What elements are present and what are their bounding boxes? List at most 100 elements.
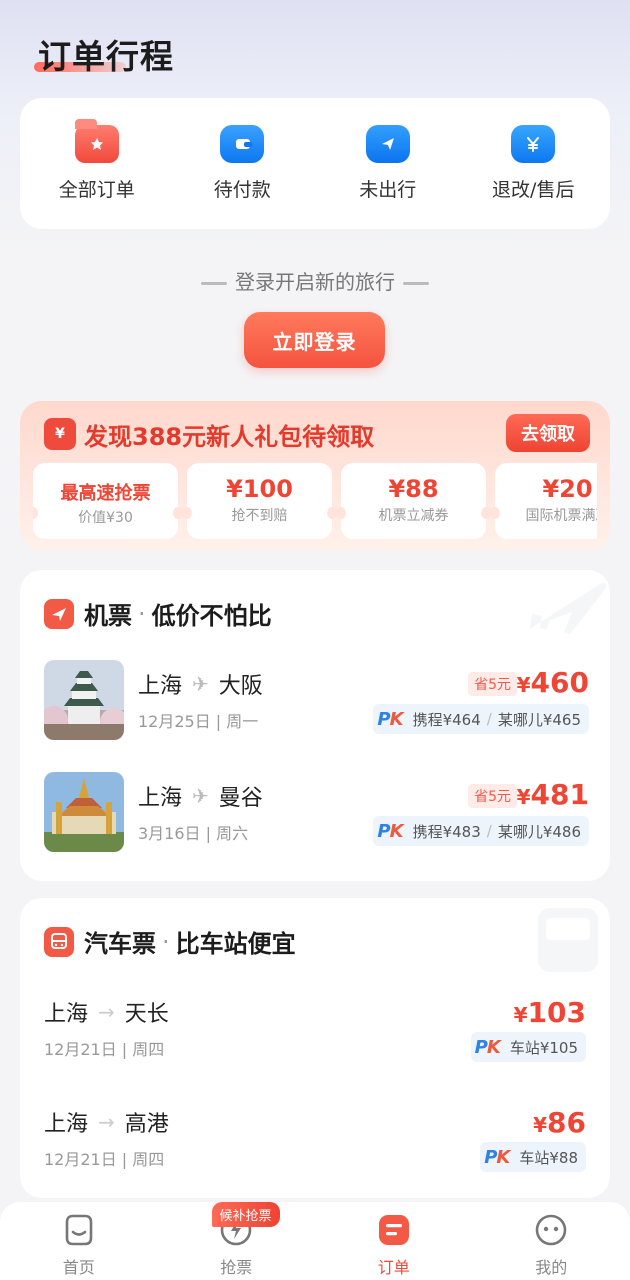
divider (201, 282, 227, 285)
price-compare: PK 携程¥464 / 某哪儿¥465 (373, 704, 589, 734)
pk-logo-icon: PK (377, 708, 404, 730)
tab-label: 抢票 (220, 1258, 253, 1277)
to-city: 高港 (124, 1112, 169, 1137)
coupon-main: 最高速抢票 (60, 483, 151, 504)
category-all-orders[interactable]: 全部订单 (27, 119, 167, 202)
osaka-castle-image (44, 660, 124, 740)
category-label: 未出行 (359, 179, 417, 201)
route-date: 12月21日 | 周四 (44, 1040, 165, 1059)
bangkok-temple-image (44, 772, 124, 852)
category-refund-aftersales[interactable]: 退改/售后 (463, 125, 603, 202)
new-user-gift-banner[interactable]: ¥ 发现388元新人礼包待领取 去领取 最高速抢票 价值¥30 ¥100 抢不到… (20, 401, 610, 551)
pk-logo-k: K (389, 820, 404, 842)
price: ¥460 (517, 666, 589, 699)
coupon-sub: 机票立减券 (378, 508, 449, 524)
gift-title: 发现388元新人礼包待领取 (84, 423, 375, 451)
compare-price: 车站¥105 (509, 1038, 578, 1057)
tab-grab-ticket[interactable]: 抢票 候补抢票 (158, 1202, 316, 1280)
coupon-sub: 价值¥30 (78, 510, 133, 526)
category-label: 全部订单 (58, 179, 135, 201)
pk-logo-k: K (486, 1036, 501, 1058)
arrow-icon: → (98, 1000, 115, 1024)
profile-face-icon (535, 1214, 567, 1246)
coupon-main: ¥20 (542, 475, 593, 503)
coupon-item[interactable]: ¥88 机票立减券 (336, 463, 491, 539)
route-cities: 上海 ✈ 曼谷 (138, 780, 263, 812)
plane-arrow-icon: ✈ (192, 672, 209, 696)
compare-price-1: 携程¥464 (412, 710, 481, 729)
route-cities: 上海 → 天长 (44, 996, 169, 1028)
section-dot: · (138, 599, 146, 628)
compare-price-2: 某哪儿¥465 (497, 710, 581, 729)
waitlist-badge: 候补抢票 (211, 1202, 280, 1227)
from-city: 上海 (44, 1112, 89, 1137)
bus-route-item[interactable]: 上海 → 天长 12月21日 | 周四 ¥103 PK 车站¥105 (44, 996, 586, 1076)
pk-logo-k: K (496, 1146, 510, 1168)
to-city: 天长 (124, 1002, 169, 1027)
section-title: 汽车票 (84, 930, 156, 958)
tab-label: 我的 (535, 1258, 568, 1277)
category-label: 待付款 (213, 179, 271, 201)
coupon-main: ¥100 (226, 475, 293, 503)
price-value: 460 (530, 666, 589, 699)
price-compare: PK 车站¥105 (470, 1032, 586, 1062)
login-prompt-text: 登录开启新的旅行 (235, 270, 395, 294)
bus-section-header[interactable]: 汽车票 · 比车站便宜 (44, 924, 296, 959)
arrow-icon: → (98, 1110, 115, 1134)
section-slogan: 比车站便宜 (175, 930, 296, 958)
pk-logo-p: P (484, 1146, 497, 1168)
login-button[interactable]: 立即登录 (244, 312, 385, 368)
price-currency: ¥ (516, 673, 531, 697)
category-not-traveled[interactable]: 未出行 (318, 125, 458, 202)
flight-route-item[interactable]: 上海 ✈ 曼谷 3月16日 | 周六 省5元 ¥481 PK 携程¥483 / … (44, 772, 589, 852)
flight-route-item[interactable]: 上海 ✈ 大阪 12月25日 | 周一 省5元 ¥460 PK 携程¥464 /… (44, 660, 589, 740)
coupon-item[interactable]: ¥20 国际机票满减 (490, 463, 598, 539)
coupon-item[interactable]: ¥100 抢不到赔 (182, 463, 337, 539)
compare-separator: / (486, 822, 492, 840)
route-date: 12月21日 | 周四 (44, 1150, 165, 1169)
pk-logo-k: K (389, 708, 404, 730)
pk-logo-p: P (377, 820, 390, 842)
coupon-main: ¥88 (388, 475, 439, 503)
home-face-icon (65, 1214, 93, 1246)
claim-button[interactable]: 去领取 (506, 414, 590, 452)
tab-label: 首页 (62, 1258, 95, 1277)
page-title: 订单行程 (38, 37, 174, 76)
tab-orders[interactable]: 订单 (315, 1202, 473, 1280)
price-value: 103 (527, 996, 586, 1029)
save-badge: 省5元 (468, 672, 517, 696)
tab-home[interactable]: 首页 (0, 1202, 158, 1280)
plane-watermark-icon (530, 582, 607, 634)
compare-separator: / (486, 710, 492, 728)
bus-section: 汽车票 · 比车站便宜 上海 → 天长 12月21日 | 周四 ¥103 PK … (20, 898, 610, 1198)
route-cities: 上海 ✈ 大阪 (138, 668, 263, 700)
pk-logo-p: P (474, 1036, 488, 1058)
price: ¥481 (517, 778, 589, 811)
to-city: 曼谷 (218, 786, 263, 811)
gift-yen-icon: ¥ (44, 418, 76, 450)
coupon-list: 最高速抢票 价值¥30 ¥100 抢不到赔 ¥88 机票立减券 ¥20 国际机票… (33, 463, 597, 541)
tab-profile[interactable]: 我的 (473, 1202, 630, 1280)
coupon-item[interactable]: 最高速抢票 价值¥30 (33, 463, 183, 539)
plane-icon (44, 598, 74, 629)
flight-section-header[interactable]: 机票 · 低价不怕比 (44, 596, 272, 631)
category-pending-payment[interactable]: 待付款 (172, 125, 312, 202)
bus-route-item[interactable]: 上海 → 高港 12月21日 | 周四 ¥86 PK 车站¥88 (44, 1106, 586, 1186)
section-slogan: 低价不怕比 (151, 602, 272, 630)
tab-label: 订单 (377, 1258, 410, 1277)
save-badge: 省5元 (468, 784, 517, 808)
compare-price: 车站¥88 (519, 1148, 578, 1167)
all-orders-icon (74, 119, 119, 163)
pk-logo-icon: PK (474, 1036, 501, 1058)
compare-price-1: 携程¥483 (412, 822, 481, 841)
price-compare: PK 车站¥88 (480, 1142, 586, 1172)
pk-logo-p: P (377, 708, 390, 730)
route-cities: 上海 → 高港 (44, 1106, 169, 1138)
coupon-sub: 国际机票满减 (525, 508, 598, 524)
send-icon (365, 125, 410, 163)
login-prompt: 登录开启新的旅行 (0, 266, 630, 295)
pk-logo-icon: PK (377, 820, 404, 842)
yen-icon (511, 125, 556, 163)
category-label: 退改/售后 (492, 179, 575, 201)
from-city: 上海 (138, 786, 183, 811)
